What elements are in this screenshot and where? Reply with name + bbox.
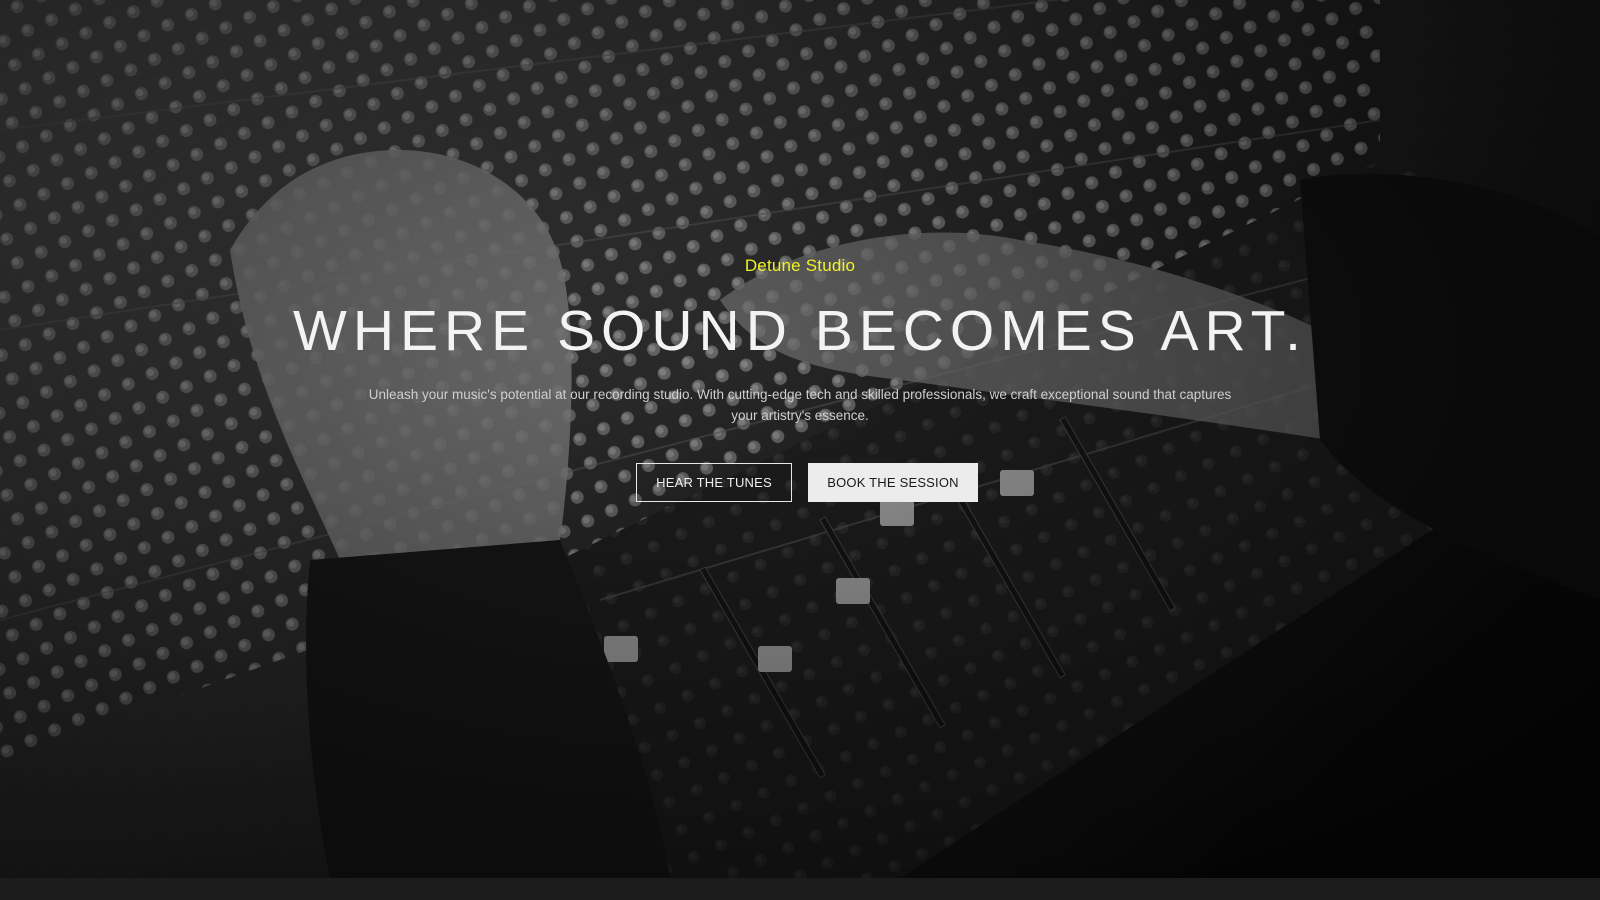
hero-section: Detune Studio WHERE SOUND BECOMES ART. U… bbox=[0, 0, 1600, 878]
hero-tagline: Unleash your music's potential at our re… bbox=[368, 387, 1232, 423]
brand-name: Detune Studio bbox=[744, 256, 856, 275]
book-the-session-button[interactable]: BOOK THE SESSION bbox=[808, 463, 978, 502]
hero-headline: WHERE SOUND BECOMES ART. bbox=[293, 299, 1307, 363]
footer-strip bbox=[0, 878, 1600, 900]
hear-the-tunes-button[interactable]: HEAR THE TUNES bbox=[636, 463, 792, 502]
hero-content: Detune Studio WHERE SOUND BECOMES ART. U… bbox=[0, 0, 1600, 878]
